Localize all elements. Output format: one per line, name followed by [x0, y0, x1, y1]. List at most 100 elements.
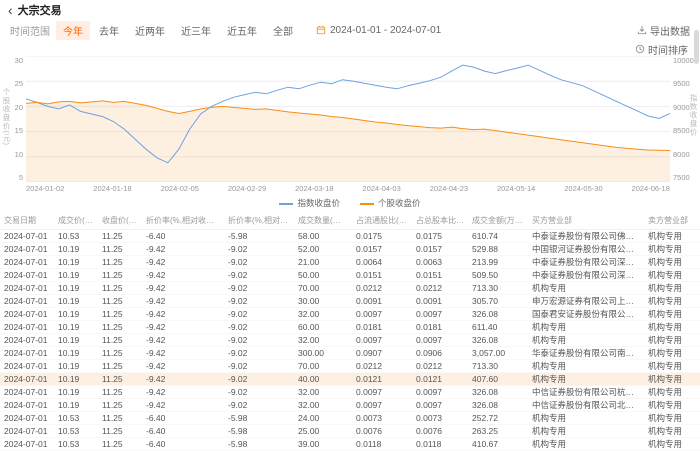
cell-discount-close: -9.42	[142, 281, 224, 294]
cell-close: 11.25	[98, 255, 142, 268]
cell-volume: 32.00	[294, 333, 352, 346]
cell-close: 11.25	[98, 320, 142, 333]
cell-discount-prev: -9.02	[224, 333, 294, 346]
cell-volume: 25.00	[294, 424, 352, 437]
cell-buyer: 华泰证券股份有限公司南京...	[528, 346, 644, 359]
cell-total-pct: 0.0076	[412, 424, 468, 437]
range-tab[interactable]: 近五年	[220, 21, 264, 40]
date-range-picker[interactable]: 2024-01-01 - 2024-07-01	[316, 25, 441, 36]
table-row[interactable]: 2024-07-0110.5311.25-6.40-5.9824.000.007…	[0, 411, 700, 424]
cell-seller: 机构专用	[644, 268, 700, 281]
table-row[interactable]: 2024-07-0110.1911.25-9.42-9.0221.000.006…	[0, 255, 700, 268]
range-tab[interactable]: 近三年	[174, 21, 218, 40]
scrollbar[interactable]	[694, 30, 699, 64]
cell-price: 10.19	[54, 320, 98, 333]
cell-total-pct: 0.0157	[412, 242, 468, 255]
table-row[interactable]: 2024-07-0110.1911.25-9.42-9.0252.000.015…	[0, 242, 700, 255]
cell-float-pct: 0.0097	[352, 307, 412, 320]
cell-seller: 机构专用	[644, 398, 700, 411]
cell-seller: 机构专用	[644, 346, 700, 359]
cell-discount-prev: -9.02	[224, 398, 294, 411]
tick-label: 2024-02-29	[228, 184, 266, 193]
tick-label: 2024-04-03	[362, 184, 400, 193]
column-header: 成交价(元)	[54, 213, 98, 229]
cell-price: 10.19	[54, 333, 98, 346]
export-button[interactable]: 导出数据	[637, 23, 690, 38]
table-row[interactable]: 2024-07-0110.1911.25-9.42-9.0230.000.009…	[0, 294, 700, 307]
cell-volume: 70.00	[294, 359, 352, 372]
cell-seller: 机构专用	[644, 307, 700, 320]
cell-discount-close: -9.42	[142, 294, 224, 307]
export-icon	[637, 25, 647, 35]
cell-discount-close: -9.42	[142, 320, 224, 333]
cell-buyer: 机构专用	[528, 411, 644, 424]
table-row[interactable]: 2024-07-0110.1911.25-9.42-9.0232.000.009…	[0, 398, 700, 411]
cell-discount-prev: -5.98	[224, 424, 294, 437]
table-row[interactable]: 2024-07-0110.1911.25-9.42-9.0240.000.012…	[0, 372, 700, 385]
cell-discount-close: -9.42	[142, 346, 224, 359]
cell-buyer: 机构专用	[528, 372, 644, 385]
range-tab[interactable]: 近两年	[128, 21, 172, 40]
range-tab[interactable]: 今年	[56, 21, 90, 40]
legend-item[interactable]: 个股收盘价	[360, 197, 421, 209]
cell-date: 2024-07-01	[0, 411, 54, 424]
table-row[interactable]: 2024-07-0110.5311.25-6.40-5.9839.000.011…	[0, 437, 700, 450]
cell-seller: 机构专用	[644, 242, 700, 255]
cell-amount: 509.50	[468, 268, 528, 281]
table-row[interactable]: 2024-07-0110.1911.25-9.42-9.0270.000.021…	[0, 359, 700, 372]
cell-amount: 610.74	[468, 229, 528, 242]
table-row[interactable]: 2024-07-0110.1911.25-9.42-9.0270.000.021…	[0, 281, 700, 294]
cell-seller: 机构专用	[644, 359, 700, 372]
cell-float-pct: 0.0097	[352, 333, 412, 346]
cell-buyer: 国泰君安证券股份有限公司...	[528, 307, 644, 320]
column-header: 交易日期	[0, 213, 54, 229]
range-tab[interactable]: 全部	[266, 21, 300, 40]
column-header: 成交金额(万元)	[468, 213, 528, 229]
legend-item[interactable]: 指数收盘价	[279, 197, 340, 209]
column-header: 买方营业部	[528, 213, 644, 229]
block-trade-page: { "header": { "title": "大宗交易" }, "toolba…	[0, 0, 700, 473]
cell-date: 2024-07-01	[0, 385, 54, 398]
cell-buyer: 机构专用	[528, 437, 644, 450]
cell-volume: 32.00	[294, 398, 352, 411]
table-row[interactable]: 2024-07-0110.1911.25-9.42-9.0232.000.009…	[0, 307, 700, 320]
cell-discount-prev: -5.98	[224, 411, 294, 424]
cell-total-pct: 0.0151	[412, 268, 468, 281]
table-row[interactable]: 2024-07-0110.1911.25-9.42-9.0232.000.009…	[0, 385, 700, 398]
table-row[interactable]: 2024-07-0110.5311.25-6.40-5.9858.000.017…	[0, 229, 700, 242]
cell-buyer: 机构专用	[528, 333, 644, 346]
cell-close: 11.25	[98, 229, 142, 242]
column-header: 收盘价(元)	[98, 213, 142, 229]
cell-close: 11.25	[98, 333, 142, 346]
table-row[interactable]: 2024-07-0110.5311.25-6.40-5.9825.000.007…	[0, 424, 700, 437]
cell-discount-prev: -9.02	[224, 372, 294, 385]
date-range-value: 2024-01-01 - 2024-07-01	[330, 25, 441, 36]
cell-date: 2024-07-01	[0, 346, 54, 359]
cell-date: 2024-07-01	[0, 281, 54, 294]
page-title: 大宗交易	[18, 2, 62, 18]
block-trade-table: 交易日期成交价(元)收盘价(元)折价率(%,相对收盘价)折价率(%,相对前收盘价…	[0, 213, 700, 451]
cell-seller: 机构专用	[644, 294, 700, 307]
tick-label: 2024-01-18	[93, 184, 131, 193]
clock-icon	[635, 44, 645, 54]
cell-volume: 39.00	[294, 437, 352, 450]
cell-float-pct: 0.0097	[352, 398, 412, 411]
cell-price: 10.19	[54, 242, 98, 255]
table-row[interactable]: 2024-07-0110.1911.25-9.42-9.0250.000.015…	[0, 268, 700, 281]
table-row[interactable]: 2024-07-0110.1911.25-9.42-9.02300.000.09…	[0, 346, 700, 359]
cell-total-pct: 0.0181	[412, 320, 468, 333]
cell-discount-close: -6.40	[142, 424, 224, 437]
back-icon[interactable]: ‹	[8, 5, 13, 15]
time-sort-button[interactable]: 时间排序	[635, 42, 688, 56]
table-row[interactable]: 2024-07-0110.1911.25-9.42-9.0260.000.018…	[0, 320, 700, 333]
cell-discount-prev: -9.02	[224, 294, 294, 307]
cell-close: 11.25	[98, 346, 142, 359]
cell-discount-close: -9.42	[142, 307, 224, 320]
tick-label: 2024-03-18	[295, 184, 333, 193]
range-tab[interactable]: 去年	[92, 21, 126, 40]
cell-seller: 机构专用	[644, 411, 700, 424]
table-row[interactable]: 2024-07-0110.1911.25-9.42-9.0232.000.009…	[0, 333, 700, 346]
cell-buyer: 机构专用	[528, 424, 644, 437]
cell-discount-prev: -9.02	[224, 385, 294, 398]
cell-volume: 58.00	[294, 229, 352, 242]
